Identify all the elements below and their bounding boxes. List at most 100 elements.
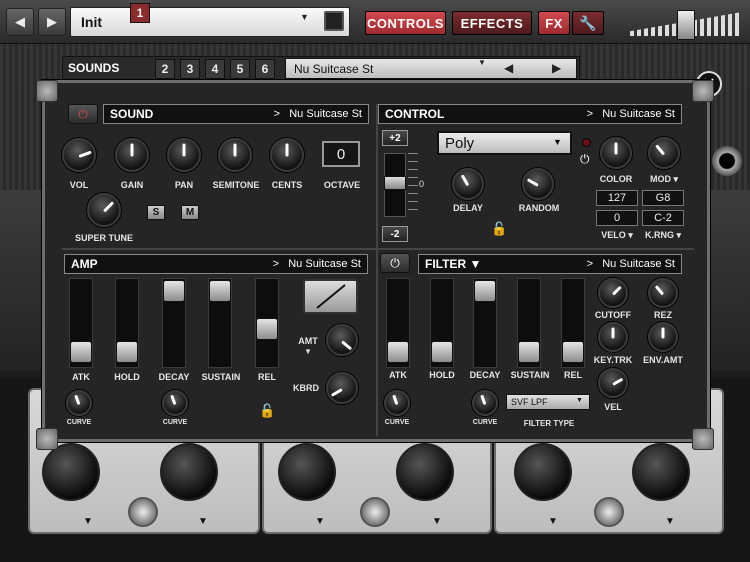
amp-atk-label: ATK bbox=[72, 372, 90, 382]
amp-curve-knob-1[interactable] bbox=[66, 390, 92, 416]
pan-label: PAN bbox=[174, 180, 194, 190]
sound-preset-name: Nu Suitcase St bbox=[294, 62, 374, 76]
kbrd-label: KBRD bbox=[293, 383, 319, 393]
fx-label: FX bbox=[545, 15, 563, 31]
rez-label: REZ bbox=[654, 310, 672, 320]
pedal-knob[interactable] bbox=[278, 443, 336, 501]
filter-sustain-handle[interactable] bbox=[518, 341, 540, 363]
amp-curve-knob-2[interactable] bbox=[162, 390, 188, 416]
filter-curve-label-1: CURVE bbox=[384, 419, 410, 426]
velo-low[interactable]: 0 bbox=[596, 210, 638, 226]
filter-curve-knob-1[interactable] bbox=[384, 390, 410, 416]
sound-slot-2[interactable]: 2 bbox=[155, 59, 175, 79]
amt-dropdown-icon[interactable]: ▼ bbox=[304, 347, 312, 356]
voice-mode-select[interactable]: Poly bbox=[437, 131, 572, 155]
filter-curve-knob-2[interactable] bbox=[472, 390, 498, 416]
mod-knob[interactable] bbox=[648, 137, 680, 169]
solo-button[interactable]: S bbox=[147, 205, 165, 220]
vol-knob[interactable] bbox=[62, 138, 96, 172]
sound-preset-selector[interactable]: Nu Suitcase St bbox=[285, 58, 577, 79]
krng-high[interactable]: G8 bbox=[642, 190, 684, 206]
master-volume-handle[interactable] bbox=[677, 10, 695, 40]
filter-rel-handle[interactable] bbox=[562, 341, 584, 363]
pedal-knob[interactable] bbox=[160, 443, 218, 501]
filter-atk-handle[interactable] bbox=[387, 341, 409, 363]
next-preset-button[interactable]: ▶ bbox=[38, 8, 66, 36]
filter-title-wrap[interactable]: FILTER ▼ bbox=[425, 257, 587, 271]
cents-knob[interactable] bbox=[270, 138, 304, 172]
footswitch[interactable] bbox=[128, 497, 158, 527]
pitch-bend-handle[interactable] bbox=[384, 176, 406, 190]
delay-knob[interactable] bbox=[452, 168, 484, 200]
amp-amt-knob[interactable] bbox=[326, 324, 358, 356]
prev-icon: ◀ bbox=[15, 14, 25, 29]
chevron-right-icon: > bbox=[586, 258, 603, 270]
rez-knob[interactable] bbox=[648, 278, 678, 308]
fx-button[interactable]: FX bbox=[538, 11, 570, 35]
pedal-arrow-icon: ▼ bbox=[548, 516, 558, 527]
power-icon[interactable]: ⏻ bbox=[580, 152, 590, 167]
sound-slot-1[interactable]: 1 bbox=[130, 3, 150, 23]
wrench-icon: 🔧 bbox=[579, 14, 597, 31]
prev-preset-button[interactable]: ◀ bbox=[6, 8, 34, 36]
amp-decay-handle[interactable] bbox=[163, 280, 185, 302]
filter-decay-label: DECAY bbox=[469, 370, 501, 380]
keytrk-label: KEY.TRK bbox=[593, 355, 633, 365]
bend-up-button[interactable]: +2 bbox=[382, 130, 408, 146]
sound-slot-3[interactable]: 3 bbox=[180, 59, 200, 79]
amp-kbrd-knob[interactable] bbox=[326, 372, 358, 404]
effects-tab[interactable]: EFFECTS bbox=[452, 11, 532, 35]
mute-button[interactable]: M bbox=[181, 205, 199, 220]
pedal-knob[interactable] bbox=[514, 443, 572, 501]
color-knob[interactable] bbox=[600, 137, 632, 169]
pan-knob[interactable] bbox=[167, 138, 201, 172]
filter-power-button[interactable]: ⏻ bbox=[380, 253, 410, 273]
amp-title: AMP bbox=[71, 257, 98, 271]
color-label: COLOR bbox=[599, 174, 633, 184]
bend-down-button[interactable]: -2 bbox=[382, 226, 408, 242]
save-icon[interactable] bbox=[324, 11, 344, 31]
krng-low[interactable]: C-2 bbox=[642, 210, 684, 226]
envamt-knob[interactable] bbox=[648, 322, 678, 352]
sound-power-button[interactable]: ⏻ bbox=[68, 104, 98, 124]
lock-icon[interactable]: 🔓 bbox=[491, 221, 507, 237]
filter-atk-label: ATK bbox=[389, 370, 407, 380]
panel-corner bbox=[692, 80, 714, 102]
sound-slot-4[interactable]: 4 bbox=[205, 59, 225, 79]
gain-knob[interactable] bbox=[115, 138, 149, 172]
amp-curve-display[interactable] bbox=[303, 279, 358, 314]
next-sound-icon[interactable]: ▶ bbox=[552, 61, 561, 75]
footswitch[interactable] bbox=[594, 497, 624, 527]
lock-icon[interactable]: 🔓 bbox=[259, 403, 275, 419]
amp-rel-handle[interactable] bbox=[256, 318, 278, 340]
sound-slot-6[interactable]: 6 bbox=[255, 59, 275, 79]
krng-label[interactable]: K.RNG ▾ bbox=[640, 230, 686, 241]
sound-slot-5[interactable]: 5 bbox=[230, 59, 250, 79]
krng-label-text: K.RNG bbox=[644, 230, 674, 240]
super-tune-knob[interactable] bbox=[87, 193, 121, 227]
amp-atk-handle[interactable] bbox=[70, 341, 92, 363]
pedal-knob[interactable] bbox=[42, 443, 100, 501]
vel-knob[interactable] bbox=[598, 368, 628, 398]
pedal-knob[interactable] bbox=[396, 443, 454, 501]
cutoff-knob[interactable] bbox=[598, 278, 628, 308]
vel-label: VEL bbox=[604, 402, 622, 412]
filter-decay-handle[interactable] bbox=[474, 280, 496, 302]
panel-corner bbox=[692, 428, 714, 450]
velo-high[interactable]: 127 bbox=[596, 190, 638, 206]
filter-hold-handle[interactable] bbox=[431, 341, 453, 363]
velo-label[interactable]: VELO ▾ bbox=[594, 230, 640, 241]
controls-tab[interactable]: CONTROLS bbox=[365, 11, 446, 35]
octave-display[interactable]: 0 bbox=[322, 141, 360, 167]
pedal-arrow-icon: ▼ bbox=[83, 516, 93, 527]
prev-sound-icon[interactable]: ◀ bbox=[504, 61, 513, 75]
pedal-knob[interactable] bbox=[632, 443, 690, 501]
footswitch[interactable] bbox=[360, 497, 390, 527]
amp-hold-handle[interactable] bbox=[116, 341, 138, 363]
keytrk-knob[interactable] bbox=[598, 322, 628, 352]
power-icon: ⏻ bbox=[78, 106, 88, 121]
settings-button[interactable]: 🔧 bbox=[572, 11, 604, 35]
semitone-knob[interactable] bbox=[218, 138, 252, 172]
amp-sustain-handle[interactable] bbox=[209, 280, 231, 302]
random-knob[interactable] bbox=[522, 168, 554, 200]
